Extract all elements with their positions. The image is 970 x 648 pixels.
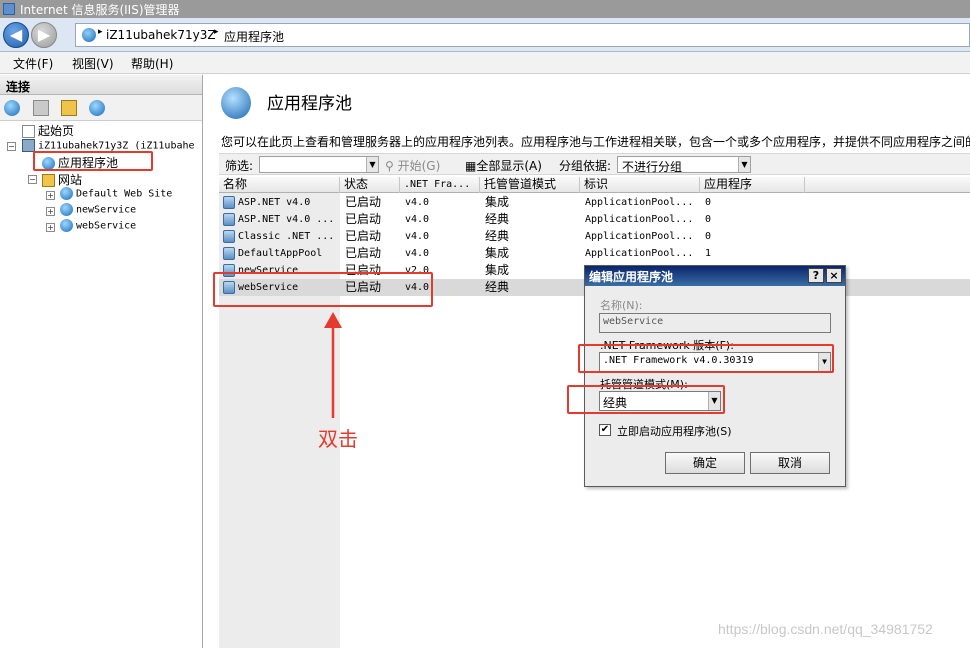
disconnect-icon[interactable] [89, 100, 105, 116]
watermark: https://blog.csdn.net/qq_34981752 [718, 621, 933, 637]
website-icon [60, 219, 73, 232]
highlight-app-pools-node [33, 151, 153, 171]
start-filter-button[interactable]: ⚲ 开始(G) [385, 157, 440, 174]
chevron-right-icon: ▸ [98, 27, 103, 37]
tree-sites[interactable]: 网站 [42, 171, 82, 188]
collapse-sites-icon[interactable]: − [28, 175, 37, 184]
column-header-name[interactable]: 名称 [219, 177, 340, 193]
start-page-icon [22, 125, 35, 138]
breadcrumb-app-pools[interactable]: 应用程序池 [224, 28, 284, 45]
window-title: Internet 信息服务(IIS)管理器 [20, 3, 180, 17]
website-icon [60, 203, 73, 216]
breadcrumb-server[interactable]: iZ11ubahek71y3Z [106, 28, 216, 42]
column-header-identity[interactable]: 标识 [580, 177, 700, 193]
cancel-button[interactable]: 取消 [750, 452, 830, 474]
column-header-status[interactable]: 状态 [340, 177, 400, 193]
group-by-select[interactable]: 不进行分组 ▼ [617, 156, 751, 174]
server-icon [22, 139, 35, 152]
group-by-label: 分组依据: [559, 159, 612, 173]
autostart-label[interactable]: 立即启动应用程序池(S) [617, 423, 732, 439]
up-folder-icon[interactable] [61, 100, 77, 116]
page-description: 您可以在此页上查看和管理服务器上的应用程序池列表。应用程序池与工作进程相关联，包… [221, 135, 970, 149]
table-row[interactable]: DefaultAppPool 已启动 v4.0 集成 ApplicationPo… [219, 245, 970, 262]
collapse-server-icon[interactable]: − [7, 142, 16, 151]
save-icon[interactable] [33, 100, 49, 116]
menu-file[interactable]: 文件(F) [13, 55, 53, 72]
expand-site-icon[interactable]: + [46, 223, 55, 232]
app-pool-icon [223, 246, 235, 260]
menu-help[interactable]: 帮助(H) [131, 55, 173, 72]
tree-site-item[interactable]: newService [60, 203, 136, 216]
tree-start-page[interactable]: 起始页 [22, 122, 74, 139]
menu-view[interactable]: 视图(V) [72, 55, 114, 72]
list-header: 名称 状态 .NET Fra... 托管管道模式 标识 应用程序 [219, 177, 970, 193]
app-pools-globe-icon [221, 87, 251, 119]
close-button[interactable]: × [826, 268, 842, 283]
window-title-bar: Internet 信息服务(IIS)管理器 [0, 0, 970, 18]
name-label: 名称(N): [600, 299, 643, 312]
connections-header: 连接 [0, 75, 202, 95]
dialog-title: 编辑应用程序池 [589, 270, 674, 284]
back-button[interactable]: ◀ [3, 22, 29, 48]
filter-label: 筛选: [225, 159, 254, 173]
column-header-apps[interactable]: 应用程序 [700, 177, 805, 193]
app-pool-icon [223, 212, 235, 226]
chevron-down-icon[interactable]: ▼ [738, 157, 750, 172]
forward-button[interactable]: ▶ [31, 22, 57, 48]
tree-site-item[interactable]: Default Web Site [60, 187, 172, 200]
expand-site-icon[interactable]: + [46, 191, 55, 200]
menu-bar: 文件(F) 视图(V) 帮助(H) [0, 52, 970, 74]
ok-button[interactable]: 确定 [665, 452, 745, 474]
table-row[interactable]: ASP.NET v4.0 ... 已启动 v4.0 经典 Application… [219, 211, 970, 228]
name-field: webService [599, 313, 831, 333]
page-title: 应用程序池 [267, 94, 352, 114]
dialog-title-bar: 编辑应用程序池 ? × [585, 266, 845, 286]
annotation-arrow [324, 312, 342, 418]
show-all-icon: ▦ [465, 159, 477, 173]
filter-bar: 筛选: ▼ ⚲ 开始(G) ▦全部显示(A) 分组依据: 不进行分组 ▼ [219, 153, 970, 175]
tree-site-item[interactable]: webService [60, 219, 136, 232]
breadcrumb[interactable]: ▸ iZ11ubahek71y3Z ▸ 应用程序池 [75, 23, 970, 47]
address-bar: ◀ ▶ ▸ iZ11ubahek71y3Z ▸ 应用程序池 [0, 18, 970, 52]
autostart-checkbox[interactable]: ✔ [599, 424, 611, 436]
table-row[interactable]: ASP.NET v4.0 已启动 v4.0 集成 ApplicationPool… [219, 194, 970, 211]
filter-input[interactable]: ▼ [259, 156, 379, 173]
column-header-net[interactable]: .NET Fra... [400, 177, 480, 193]
sites-folder-icon [42, 174, 55, 187]
edit-app-pool-dialog: 编辑应用程序池 ? × 名称(N): webService .NET Frame… [584, 265, 846, 487]
annotation-double-click: 双击 [318, 427, 358, 451]
chevron-right-icon: ▸ [214, 27, 219, 37]
iis-app-icon [3, 3, 15, 15]
website-icon [60, 187, 73, 200]
highlight-framework-select [578, 344, 834, 373]
highlight-webservice-row [213, 272, 433, 307]
table-row[interactable]: Classic .NET ... 已启动 v4.0 经典 Application… [219, 228, 970, 245]
highlight-pipeline-select [567, 385, 725, 414]
app-pool-icon [223, 195, 235, 209]
chevron-down-icon[interactable]: ▼ [366, 157, 378, 172]
help-button[interactable]: ? [808, 268, 824, 283]
app-pool-icon [223, 229, 235, 243]
column-header-pipeline[interactable]: 托管管道模式 [480, 177, 580, 193]
expand-site-icon[interactable]: + [46, 207, 55, 216]
connect-icon[interactable] [4, 100, 20, 116]
iis-home-icon [82, 28, 96, 42]
connections-toolbar [0, 95, 202, 121]
show-all-button[interactable]: ▦全部显示(A) [465, 157, 542, 174]
binoculars-icon: ⚲ [385, 159, 394, 173]
